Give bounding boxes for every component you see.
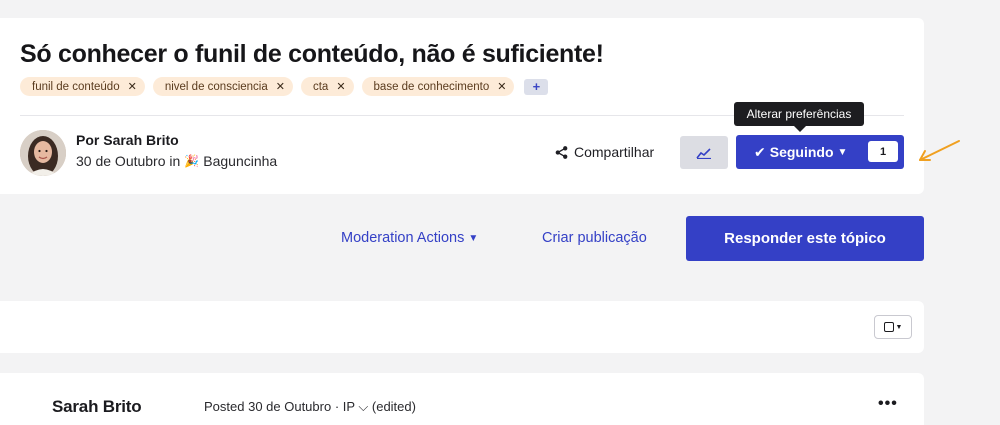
caret-down-icon: ▼ [895, 323, 903, 331]
check-icon: ✔ [754, 143, 766, 160]
tag-list: funil de conteúdo ✕ nivel de consciencia… [20, 77, 549, 96]
category-link[interactable]: Baguncinha [203, 153, 277, 169]
post-filter-bar: ▼ [0, 301, 924, 353]
author-name[interactable]: Por Sarah Brito [76, 132, 179, 148]
tag-item[interactable]: cta ✕ [300, 77, 354, 96]
moderation-actions-label: Moderation Actions [341, 230, 465, 246]
tag-remove-icon[interactable]: ✕ [336, 80, 345, 93]
annotation-arrow-icon [919, 140, 960, 161]
line-chart-icon [696, 147, 711, 159]
share-icon [555, 145, 568, 159]
tag-label: cta [312, 80, 329, 93]
tag-item[interactable]: funil de conteúdo ✕ [20, 77, 145, 96]
share-label: Compartilhar [574, 144, 655, 160]
create-post-link[interactable]: Criar publicação [542, 230, 647, 246]
analytics-button[interactable] [680, 136, 728, 169]
follow-button[interactable]: ✔ Seguindo ▼ 1 [736, 135, 904, 169]
post-meta: Posted 30 de Outubro · IP ⌵ (edited) [204, 399, 416, 414]
party-popper-icon: 🎉 [184, 154, 200, 168]
tag-label: nivel de consciencia [164, 80, 268, 93]
post-card: Sarah Brito Posted 30 de Outubro · IP ⌵ … [0, 373, 924, 425]
reply-topic-button[interactable]: Responder este tópico [686, 216, 924, 261]
add-tag-button[interactable]: + [524, 78, 549, 95]
tag-remove-icon[interactable]: ✕ [128, 80, 137, 93]
checkbox-icon [883, 322, 894, 332]
post-date: 30 de Outubro in [76, 153, 181, 169]
author-meta: 30 de Outubro in 🎉 Baguncinha [76, 153, 277, 169]
tooltip: Alterar preferências [734, 102, 864, 132]
share-button[interactable]: Compartilhar [555, 144, 654, 160]
moderation-actions-dropdown[interactable]: Moderation Actions ▼ [341, 230, 478, 246]
tag-label: funil de conteúdo [32, 80, 120, 93]
post-author-name[interactable]: Sarah Brito [52, 397, 142, 417]
tag-remove-icon[interactable]: ✕ [497, 80, 506, 93]
tag-item[interactable]: nivel de consciencia ✕ [152, 77, 293, 96]
select-posts-button[interactable]: ▼ [874, 315, 912, 339]
tag-label: base de conhecimento [373, 80, 490, 93]
tag-item[interactable]: base de conhecimento ✕ [361, 77, 515, 96]
caret-down-icon: ▼ [468, 232, 479, 244]
more-options-icon[interactable]: ••• [878, 395, 898, 413]
follow-label: Seguindo [769, 144, 834, 160]
tag-remove-icon[interactable]: ✕ [276, 80, 285, 93]
topic-header-card: Só conhecer o funil de conteúdo, não é s… [0, 18, 960, 194]
caret-down-icon: ▼ [837, 146, 848, 158]
topic-title: Só conhecer o funil de conteúdo, não é s… [20, 40, 604, 68]
avatar[interactable] [20, 130, 66, 176]
follower-count: 1 [868, 141, 898, 162]
